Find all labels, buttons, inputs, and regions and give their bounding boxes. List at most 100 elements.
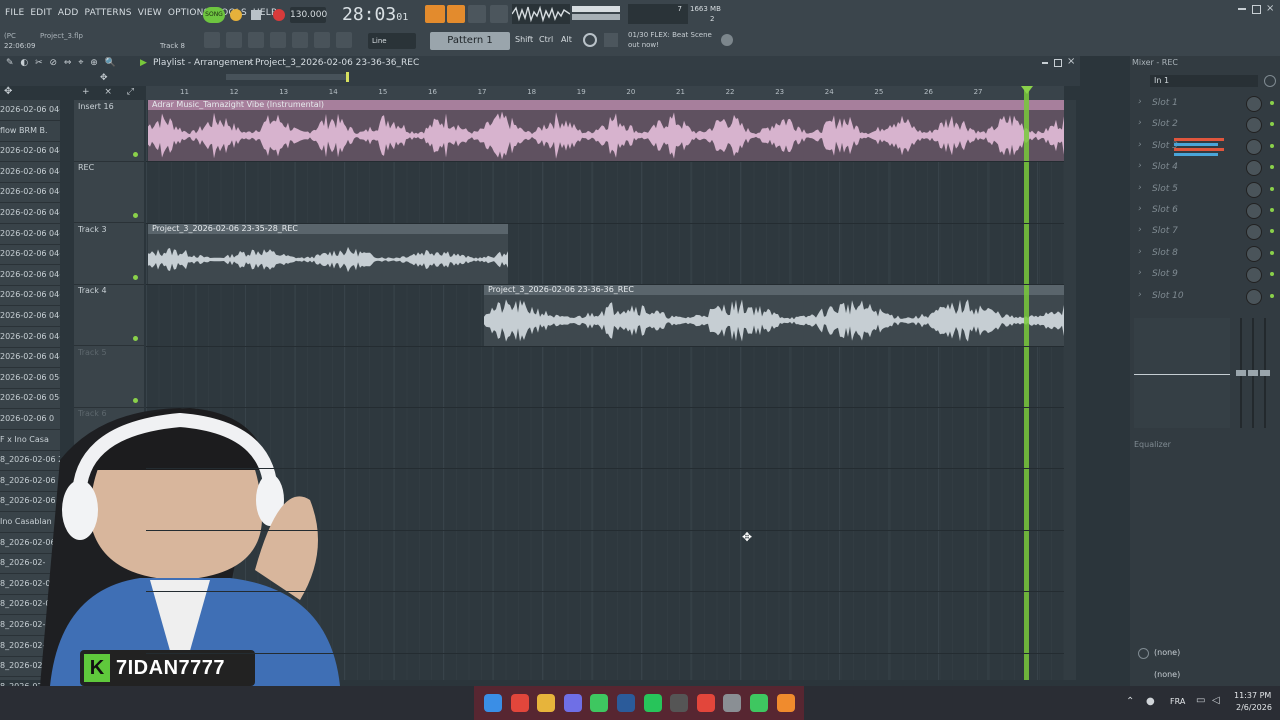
mixer-input-select[interactable]: In 1: [1150, 75, 1258, 87]
track-active-led[interactable]: [133, 213, 138, 219]
mixer-output-1[interactable]: (none): [1154, 648, 1180, 657]
record-button[interactable]: [273, 9, 285, 21]
mixer-slot[interactable]: Slot 7 ›: [1136, 222, 1276, 242]
picker-item[interactable]: 2026-02-06 05-: [0, 368, 60, 389]
horizontal-scrollbar[interactable]: [226, 74, 346, 80]
slot-expand-icon[interactable]: ›: [1138, 118, 1142, 128]
audio-clip-instrumental[interactable]: Adrar Music_Tamazight Vibe (Instrumental…: [148, 100, 1064, 161]
master-pitch-slider[interactable]: [572, 14, 620, 20]
tray-chevron-icon[interactable]: ⌃: [1126, 696, 1134, 707]
news-line-1[interactable]: 01/30 FLEX: Beat Scene: [628, 31, 712, 39]
slot-enable-led[interactable]: [1270, 208, 1274, 212]
tray-mic-icon[interactable]: ●: [1146, 696, 1155, 707]
picker-item[interactable]: 2026-02-06 04-: [0, 224, 60, 245]
picker-item[interactable]: 2026-02-06 04-: [0, 265, 60, 286]
picker-toggle-icon[interactable]: ✥: [4, 86, 12, 97]
obs-icon[interactable]: [670, 694, 689, 712]
slot-expand-icon[interactable]: ›: [1138, 183, 1142, 193]
taskbar-time[interactable]: 11:37 PM: [1234, 691, 1271, 700]
slot-expand-icon[interactable]: ›: [1138, 140, 1142, 150]
menu-edit[interactable]: EDIT: [30, 8, 52, 18]
picker-item[interactable]: 2026-02-06 04-: [0, 100, 60, 121]
slot-mix-knob[interactable]: [1246, 224, 1262, 241]
arrow-right-icon[interactable]: [314, 32, 330, 48]
volume-icon[interactable]: ◁: [1212, 695, 1220, 706]
track-header[interactable]: REC: [74, 161, 144, 224]
slot-expand-icon[interactable]: ›: [1138, 247, 1142, 257]
slot-expand-icon[interactable]: ›: [1138, 204, 1142, 214]
mixer-input-icon[interactable]: [1264, 75, 1276, 87]
news-line-2[interactable]: out now!: [628, 41, 659, 49]
steam-icon[interactable]: [617, 694, 635, 712]
slot-mix-knob[interactable]: [1246, 245, 1262, 262]
microphone-icon[interactable]: [336, 32, 352, 48]
countdown-icon[interactable]: [490, 5, 508, 23]
picker-item[interactable]: 2026-02-06 04-: [0, 285, 60, 307]
slot-expand-icon[interactable]: ›: [1138, 290, 1142, 300]
picker-item[interactable]: 2026-02-06 04-: [0, 182, 60, 204]
playlist-maximize-icon[interactable]: [1054, 59, 1062, 67]
slot-expand-icon[interactable]: ›: [1138, 225, 1142, 235]
menu-patterns[interactable]: PATTERNS: [85, 8, 132, 18]
slot-mix-knob[interactable]: [1246, 96, 1262, 112]
track-header[interactable]: Track 4: [74, 284, 144, 347]
slot-enable-led[interactable]: [1270, 122, 1274, 127]
mixer-slot[interactable]: Slot 6 ›: [1136, 201, 1276, 221]
slot-mix-knob[interactable]: [1246, 181, 1262, 198]
picker-item[interactable]: 2026-02-06 04-: [0, 162, 60, 183]
playlist-close-icon[interactable]: ×: [1067, 56, 1075, 67]
slot-enable-led[interactable]: [1270, 101, 1274, 105]
slot-enable-led[interactable]: [1270, 229, 1274, 234]
mixer-output-2[interactable]: (none): [1154, 670, 1180, 679]
chrome-alt-icon[interactable]: [696, 694, 715, 712]
ctrl-key-button[interactable]: Ctrl: [539, 35, 553, 44]
pattern-song-icon[interactable]: [425, 5, 445, 23]
mixer-slot[interactable]: Slot 10 ›: [1136, 287, 1276, 307]
track-header[interactable]: Insert 16: [74, 100, 144, 162]
whatsapp-icon[interactable]: [590, 694, 609, 712]
picker-item[interactable]: 2026-02-06 04-: [0, 244, 60, 266]
slot-mix-knob[interactable]: [1246, 203, 1262, 219]
slot-enable-led[interactable]: [1270, 165, 1274, 170]
close-icon[interactable]: ×: [1266, 3, 1274, 14]
track-header[interactable]: Track 5: [74, 346, 144, 408]
slot-mix-knob[interactable]: [1246, 117, 1262, 134]
audio-clip-rec-1[interactable]: Project_3_2026-02-06 23-35-28_REC: [148, 224, 508, 285]
mixer-slot[interactable]: Slot 5 ›: [1136, 180, 1276, 200]
slot-mix-knob[interactable]: [1246, 288, 1262, 305]
mixer-icon[interactable]: [292, 32, 308, 48]
mixer-slot[interactable]: Slot 2 ›: [1136, 115, 1276, 135]
metronome-icon[interactable]: [447, 5, 465, 23]
picker-item[interactable]: 2026-02-06 04-: [0, 203, 60, 224]
online-icon[interactable]: [583, 33, 597, 47]
picker-item[interactable]: flow BRM B.: [0, 121, 60, 142]
output-1-icon[interactable]: [1138, 648, 1149, 659]
picker-item[interactable]: 2026-02-06 04-: [0, 327, 60, 348]
settings-icon[interactable]: [723, 694, 742, 712]
wait-icon[interactable]: [468, 5, 486, 23]
picker-item[interactable]: 2026-02-06 04-: [0, 347, 60, 369]
network-icon[interactable]: ▭: [1196, 695, 1205, 706]
mixer-faders[interactable]: [1236, 318, 1276, 428]
slot-mix-knob[interactable]: [1246, 138, 1262, 155]
slot-enable-led[interactable]: [1270, 186, 1274, 191]
snap-select[interactable]: Line: [368, 33, 416, 49]
taskbar-date[interactable]: 2/6/2026: [1236, 703, 1272, 712]
track-header[interactable]: Track 3: [74, 223, 144, 285]
slot-mix-knob[interactable]: [1246, 267, 1262, 284]
picker-item[interactable]: 2026-02-06 04-: [0, 306, 60, 327]
picker-item[interactable]: 2026-02-06 04-: [0, 141, 60, 163]
snap-icon[interactable]: [204, 32, 220, 48]
slot-expand-icon[interactable]: ›: [1138, 268, 1142, 278]
windows-icon[interactable]: [484, 694, 502, 712]
pattern-selector[interactable]: Pattern 1: [430, 32, 510, 50]
play-button[interactable]: [230, 9, 242, 21]
playlist-icon[interactable]: [226, 32, 242, 48]
slot-enable-led[interactable]: [1270, 293, 1274, 298]
slot-mix-knob[interactable]: [1246, 160, 1262, 177]
master-volume-slider[interactable]: [572, 6, 620, 12]
slot-enable-led[interactable]: [1270, 143, 1274, 148]
mixer-slot[interactable]: Slot 8 ›: [1136, 244, 1276, 264]
slot-expand-icon[interactable]: ›: [1138, 97, 1142, 107]
loop-marker[interactable]: [346, 72, 349, 82]
